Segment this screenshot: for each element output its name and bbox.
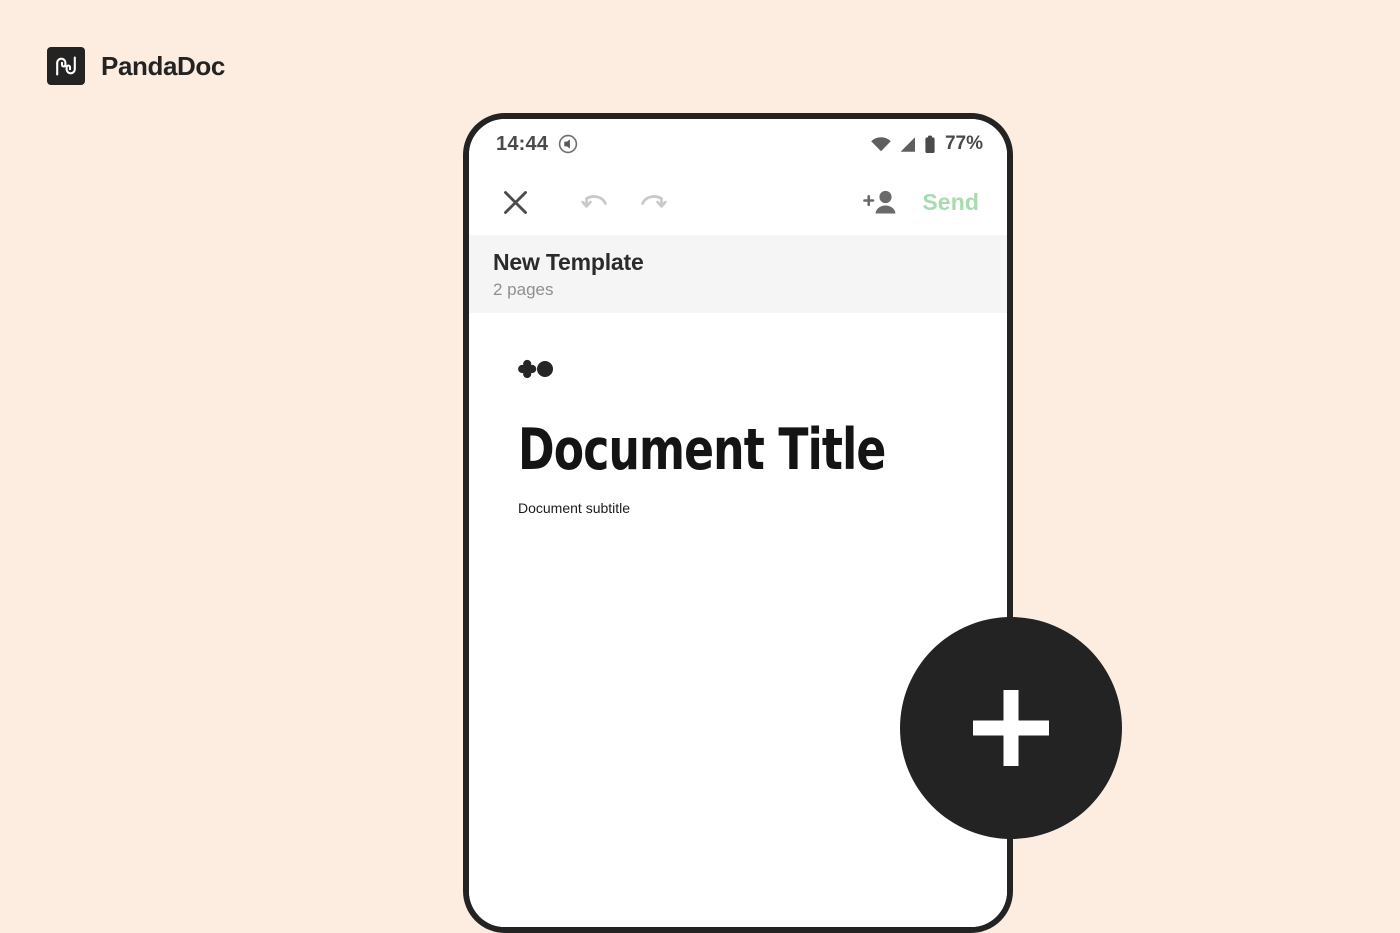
redo-icon[interactable] [631, 180, 675, 224]
battery-percent: 77% [944, 133, 983, 154]
template-title: New Template [493, 249, 644, 275]
send-button[interactable]: Send [922, 189, 979, 216]
document-heading: Document Title [518, 417, 886, 483]
status-bar-right: 77% [870, 133, 983, 155]
pandadoc-pd-logo-icon [47, 47, 85, 85]
close-icon[interactable] [493, 180, 537, 224]
screen-rotation-icon [558, 134, 578, 154]
status-bar: 14:44 77% [469, 119, 1007, 169]
cellular-signal-icon [899, 136, 917, 153]
wifi-icon [870, 135, 892, 153]
brand-name: PandaDoc [101, 50, 225, 81]
battery-icon [924, 135, 936, 154]
status-time: 14:44 [496, 132, 549, 155]
document-brand-mark-icon [518, 359, 1007, 379]
phone-device-frame: 14:44 77% Send New Template 2 pages Docu… [463, 113, 1013, 933]
phone-screen: 14:44 77% Send New Template 2 pages Docu… [469, 119, 1007, 927]
status-bar-left: 14:44 [496, 133, 578, 156]
document-subheading: Document subtitle [518, 500, 631, 516]
add-person-icon[interactable] [858, 180, 902, 224]
pandadoc-brand: PandaDoc [47, 47, 225, 85]
document-header-band: New Template 2 pages [469, 235, 1007, 313]
add-content-fab[interactable] [900, 617, 1122, 839]
editor-toolbar: Send [469, 169, 1007, 235]
undo-icon[interactable] [573, 180, 617, 224]
plus-icon [963, 680, 1059, 776]
document-page-canvas[interactable]: Document Title Document subtitle Created… [469, 313, 1007, 927]
template-page-count: 2 pages [493, 280, 554, 299]
